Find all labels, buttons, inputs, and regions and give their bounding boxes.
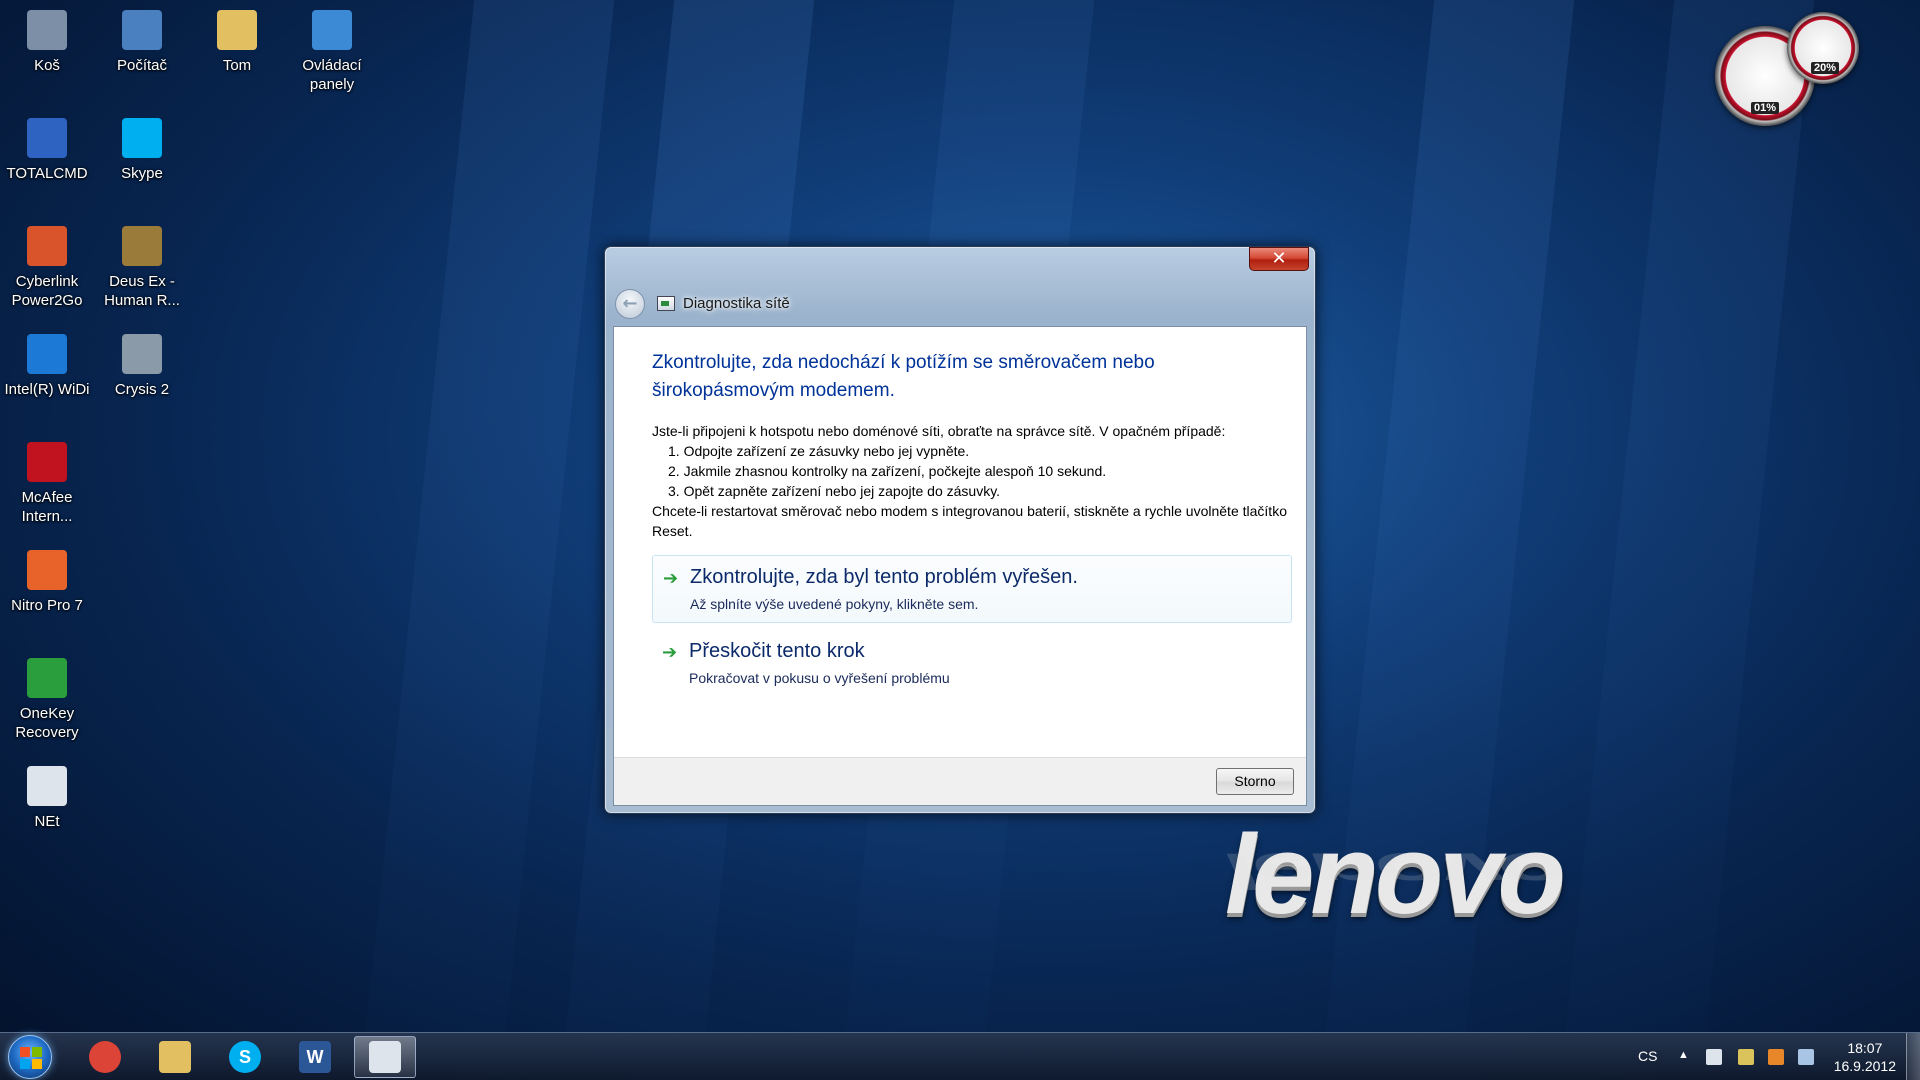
desktop-icon-label: NEt xyxy=(34,813,60,830)
language-indicator[interactable]: CS xyxy=(1638,1048,1657,1064)
desktop-icon-label: TOTALCMD xyxy=(6,165,88,182)
skype-icon xyxy=(122,118,162,158)
desktop-icon-nitro-pro[interactable]: Nitro Pro 7 xyxy=(2,544,92,615)
check-problem-solved-link[interactable]: ➔ Zkontrolujte, zda byl tento problém vy… xyxy=(652,555,1292,623)
desktop-icon-onekey-recovery[interactable]: OneKey Recovery xyxy=(2,652,92,742)
wallpaper-streak xyxy=(1565,0,1815,1032)
desktop-icon-label: OneKey Recovery xyxy=(15,705,79,741)
cpu-meter-gadget[interactable]: 01% 20% xyxy=(1715,12,1890,130)
wifi-status-icon[interactable] xyxy=(1768,1049,1784,1065)
close-icon: ✕ xyxy=(1271,248,1287,269)
desktop-icon-label: Cyberlink Power2Go xyxy=(11,273,83,309)
taskbar-button-chrome[interactable] xyxy=(74,1036,136,1078)
clock-date: 16.9.2012 xyxy=(1833,1058,1896,1074)
crysis-icon xyxy=(122,334,162,374)
desktop-icon-label: Nitro Pro 7 xyxy=(11,597,83,614)
desktop-icon-label: Ovládací panely xyxy=(302,57,362,93)
skype-icon: S xyxy=(229,1041,261,1073)
wallpaper-streak xyxy=(365,0,615,1032)
command-link-title: Přeskočit tento krok xyxy=(689,640,865,662)
cancel-button[interactable]: Storno xyxy=(1216,768,1294,795)
intel-widi-icon xyxy=(27,334,67,374)
taskbar-button-explorer[interactable] xyxy=(144,1036,206,1078)
command-link-title: Zkontrolujte, zda byl tento problém vyře… xyxy=(690,566,1078,588)
cpu-usage-label: 01% xyxy=(1751,102,1780,114)
desktop-icon-crysis[interactable]: Crysis 2 xyxy=(97,328,187,399)
power2go-icon xyxy=(27,226,67,266)
network-diagnostics-icon xyxy=(369,1041,401,1073)
recycle-bin-icon xyxy=(27,10,67,50)
clock[interactable]: 18:07 16.9.2012 xyxy=(1834,1039,1896,1075)
desktop-icon-computer[interactable]: Počítač xyxy=(97,4,187,75)
show-hidden-icons-button[interactable]: ▲ xyxy=(1678,1049,1689,1061)
network-icon xyxy=(27,766,67,806)
desktop-icon-totalcmd[interactable]: TOTALCMD xyxy=(2,112,92,183)
instructions-intro: Jste-li připojeni k hotspotu nebo doméno… xyxy=(652,423,1226,439)
close-button[interactable]: ✕ xyxy=(1249,247,1309,271)
word-icon: W xyxy=(299,1041,331,1073)
green-arrow-icon: ➔ xyxy=(662,642,678,663)
deus-ex-icon xyxy=(122,226,162,266)
desktop-icon-power2go[interactable]: Cyberlink Power2Go xyxy=(2,220,92,310)
skip-step-link[interactable]: ➔ Přeskočit tento krok Pokračovat v poku… xyxy=(652,630,1292,698)
window-title-area: Diagnostika sítě xyxy=(657,295,790,312)
control-panel-icon xyxy=(312,10,352,50)
power-icon[interactable] xyxy=(1738,1049,1754,1065)
nitro-pro-icon xyxy=(27,550,67,590)
network-diagnostics-icon xyxy=(657,296,675,311)
memory-usage-label: 20% xyxy=(1811,62,1840,74)
taskbar-button-network-diagnostics[interactable] xyxy=(354,1036,416,1078)
desktop-icon-label: Skype xyxy=(121,165,163,182)
totalcmd-icon xyxy=(27,118,67,158)
taskbar-button-skype[interactable]: S xyxy=(214,1036,276,1078)
dialog-content: Zkontrolujte, zda nedochází k potížím se… xyxy=(613,326,1307,806)
dialog-heading: Zkontrolujte, zda nedochází k potížím se… xyxy=(652,352,1155,401)
taskbar: S W CS ▲ 18:07 16.9.2012 xyxy=(0,1032,1920,1080)
desktop-icon-mcafee[interactable]: McAfee Intern... xyxy=(2,436,92,526)
desktop-icon-recycle-bin[interactable]: Koš xyxy=(2,4,92,75)
folder-icon xyxy=(159,1041,191,1073)
command-link-subtitle: Až splníte výše uvedené pokyny, klikněte… xyxy=(690,596,979,612)
action-center-icon[interactable] xyxy=(1706,1049,1722,1065)
desktop-icon-skype[interactable]: Skype xyxy=(97,112,187,183)
clock-time: 18:07 xyxy=(1847,1040,1883,1056)
instruction-step: 3. Opět zapněte zařízení nebo jej zapojt… xyxy=(668,483,1001,499)
desktop-icon-network[interactable]: NEt xyxy=(2,760,92,831)
instructions: Jste-li připojeni k hotspotu nebo doméno… xyxy=(652,421,1292,541)
desktop-icon-label: Intel(R) WiDi xyxy=(4,381,90,398)
window-title: Diagnostika sítě xyxy=(683,295,790,312)
back-arrow-icon: ← xyxy=(622,293,638,314)
onekey-recovery-icon xyxy=(27,658,67,698)
mcafee-icon xyxy=(27,442,67,482)
desktop-icon-label: McAfee Intern... xyxy=(21,489,73,525)
lenovo-logo-reflection: lenovo xyxy=(1225,842,1562,900)
instruction-step: 1. Odpojte zařízení ze zásuvky nebo jej … xyxy=(668,443,970,459)
instructions-note: Chcete-li restartovat směrovač nebo mode… xyxy=(652,503,1287,539)
desktop-icon-label: Koš xyxy=(34,57,60,74)
desktop-icon-label: Počítač xyxy=(116,57,168,74)
user-folder-icon xyxy=(217,10,257,50)
desktop-icon-intel-widi[interactable]: Intel(R) WiDi xyxy=(2,328,92,399)
desktop-icon-label: Tom xyxy=(222,57,252,74)
command-link-subtitle: Pokračovat v pokusu o vyřešení problému xyxy=(689,670,950,686)
taskbar-button-word[interactable]: W xyxy=(284,1036,346,1078)
show-desktop-button[interactable] xyxy=(1906,1033,1920,1080)
back-button[interactable]: ← xyxy=(615,289,645,319)
dialog-footer: Storno xyxy=(614,757,1306,805)
desktop-icon-user-folder[interactable]: Tom xyxy=(192,4,282,75)
network-icon[interactable] xyxy=(1798,1049,1814,1065)
desktop-icon-label: Crysis 2 xyxy=(114,381,170,398)
start-button[interactable] xyxy=(8,1035,52,1079)
network-diagnostics-window[interactable]: ✕ ← Diagnostika sítě Zkontrolujte, zda n… xyxy=(604,246,1316,814)
instruction-step: 2. Jakmile zhasnou kontrolky na zařízení… xyxy=(668,463,1107,479)
chrome-icon xyxy=(89,1041,121,1073)
desktop-icon-label: Deus Ex - Human R... xyxy=(104,273,180,309)
desktop-icon-control-panel[interactable]: Ovládací panely xyxy=(287,4,377,94)
green-arrow-icon: ➔ xyxy=(663,568,679,589)
desktop-icon-deus-ex[interactable]: Deus Ex - Human R... xyxy=(97,220,187,310)
computer-icon xyxy=(122,10,162,50)
